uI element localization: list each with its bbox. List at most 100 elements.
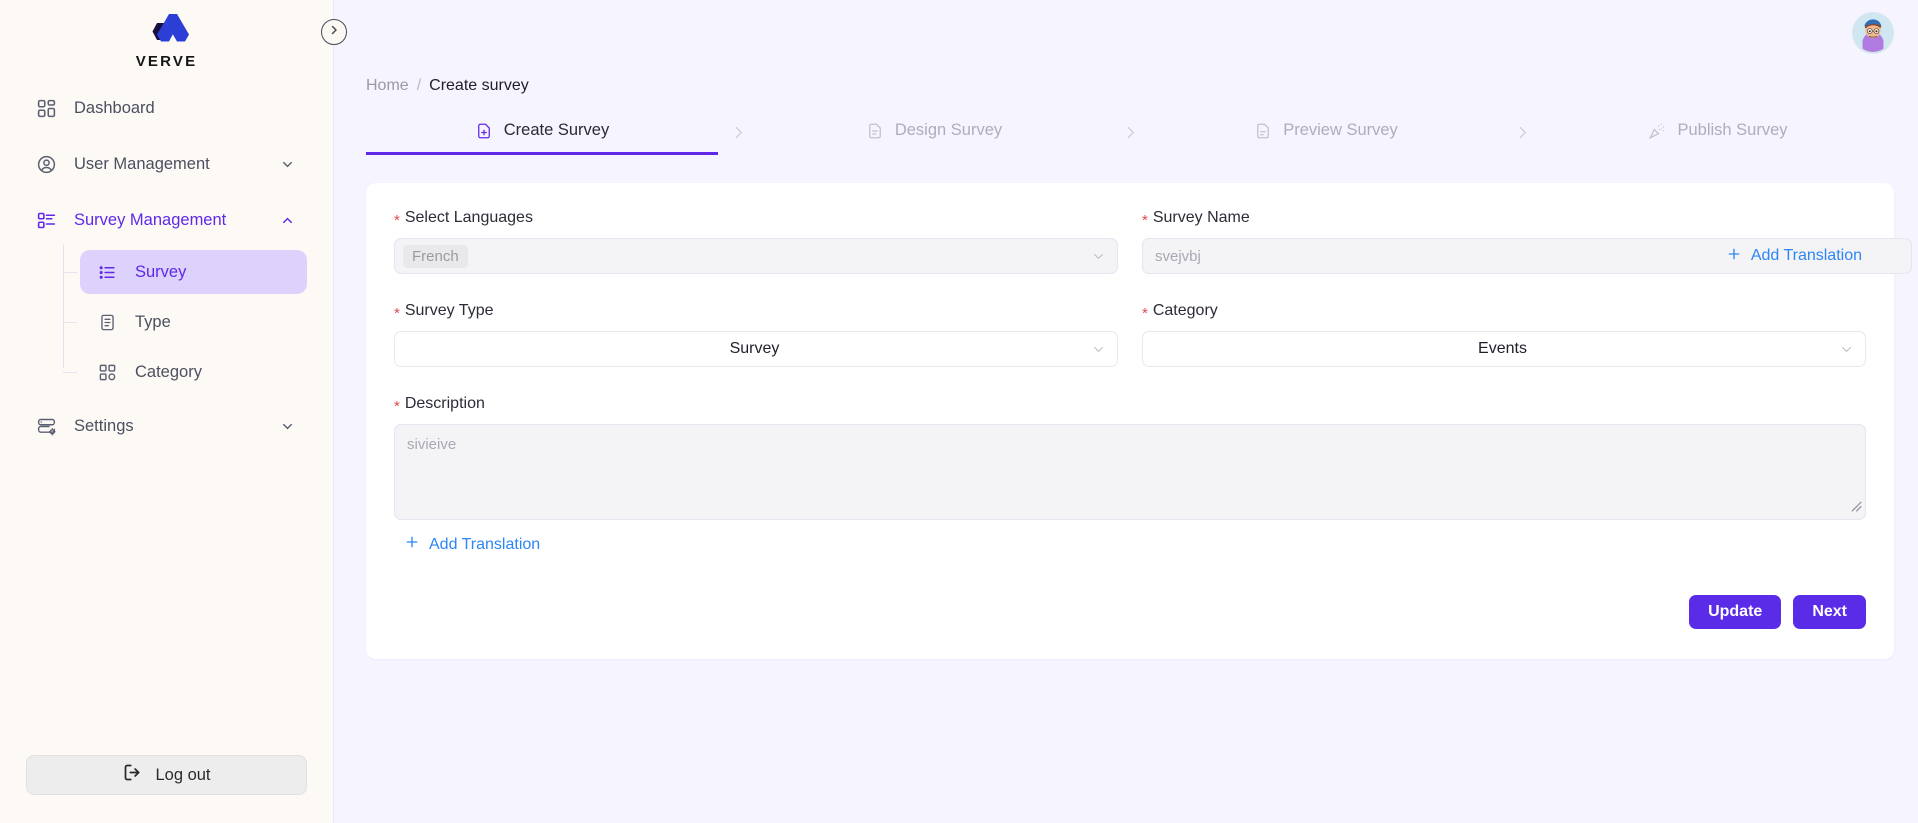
label-text: Survey Type	[404, 302, 494, 319]
survey-stepper: Create Survey Design Survey Preview Surv…	[334, 109, 1918, 155]
chevron-down-icon	[1839, 342, 1854, 357]
sidebar-subitem-label: Type	[135, 312, 171, 331]
step-label: Publish Survey	[1677, 121, 1788, 139]
add-translation-survey-name-button[interactable]: Add Translation	[1726, 246, 1866, 267]
confetti-icon	[1648, 122, 1666, 140]
plus-icon	[1726, 246, 1742, 267]
form-row-1: * Select Languages French * Survey Name	[394, 209, 1912, 274]
brand-logo[interactable]: VERVE	[0, 0, 333, 76]
plus-icon	[404, 534, 420, 555]
step-label: Preview Survey	[1283, 121, 1398, 139]
language-chip-french[interactable]: French	[403, 244, 468, 268]
app-root: VERVE Dashboard User Management Survey M…	[0, 0, 1918, 823]
survey-management-subtree: Survey Type Category	[0, 244, 333, 394]
form-row-2: * Survey Type Survey * Category Events	[394, 302, 1866, 367]
step-design-survey[interactable]: Design Survey	[758, 109, 1110, 155]
required-asterisk: *	[394, 304, 400, 322]
step-create-survey[interactable]: Create Survey	[366, 109, 718, 155]
breadcrumb: Home / Create survey	[334, 65, 1918, 95]
required-asterisk: *	[1142, 304, 1148, 322]
chevron-up-icon[interactable]	[279, 213, 295, 228]
sidebar-item-survey-management[interactable]: Survey Management	[24, 200, 309, 240]
field-category: * Category Events	[1142, 302, 1866, 367]
category-dropdown[interactable]: Events	[1142, 331, 1866, 367]
file-preview-icon	[1254, 122, 1272, 140]
step-preview-survey[interactable]: Preview Survey	[1150, 109, 1502, 155]
sidebar-subitem-label: Survey	[135, 262, 187, 281]
breadcrumb-home[interactable]: Home	[366, 77, 409, 95]
field-survey-name: * Survey Name Add Translation	[1142, 209, 1912, 274]
list-icon	[98, 263, 122, 282]
chevron-down-icon[interactable]	[279, 157, 295, 172]
sidebar-item-category[interactable]: Category	[63, 350, 307, 394]
step-arrow-2	[1110, 109, 1150, 155]
sidebar-item-dashboard[interactable]: Dashboard	[24, 88, 309, 128]
step-arrow-1	[718, 109, 758, 155]
label-text: Survey Name	[1152, 209, 1250, 226]
category-grid-icon	[98, 363, 122, 382]
user-circle-icon	[36, 154, 64, 175]
breadcrumb-separator: /	[416, 77, 422, 94]
next-button[interactable]: Next	[1793, 595, 1866, 629]
field-select-languages: * Select Languages French	[394, 209, 1118, 274]
survey-type-dropdown[interactable]: Survey	[394, 331, 1118, 367]
sidebar-item-user-management[interactable]: User Management	[24, 144, 309, 184]
category-value: Events	[1478, 340, 1527, 357]
survey-type-value: Survey	[729, 340, 780, 357]
step-label: Create Survey	[503, 121, 610, 139]
sidebar-item-type[interactable]: Type	[63, 300, 307, 344]
server-gear-icon	[36, 416, 64, 437]
breadcrumb-current: Create survey	[429, 77, 529, 94]
sidebar-item-label: Settings	[74, 416, 134, 435]
form-actions: Update Next	[394, 595, 1866, 629]
step-publish-survey[interactable]: Publish Survey	[1542, 109, 1894, 155]
main-content: Home / Create survey Create Survey Desig…	[334, 0, 1918, 823]
required-asterisk: *	[394, 397, 400, 415]
dashboard-grid-icon	[36, 98, 64, 119]
chevron-down-icon	[1091, 342, 1106, 357]
logout-button[interactable]: Log out	[26, 755, 307, 795]
label-text: Select Languages	[404, 209, 533, 226]
document-icon	[98, 313, 122, 332]
category-label: * Category	[1142, 302, 1866, 322]
sidebar-item-settings[interactable]: Settings	[24, 406, 309, 446]
sidebar-collapse-toggle[interactable]	[321, 19, 347, 45]
description-textarea[interactable]	[394, 424, 1866, 520]
label-text: Category	[1152, 302, 1218, 319]
sidebar: VERVE Dashboard User Management Survey M…	[0, 0, 334, 823]
step-arrow-3	[1502, 109, 1542, 155]
survey-type-label: * Survey Type	[394, 302, 1118, 322]
select-languages-dropdown[interactable]: French	[394, 238, 1118, 274]
topbar	[334, 0, 1918, 65]
field-survey-type: * Survey Type Survey	[394, 302, 1118, 367]
description-label: * Description	[394, 395, 1866, 415]
verve-mark-icon	[139, 12, 195, 52]
sidebar-item-label: Survey Management	[74, 210, 227, 229]
add-translation-label: Add Translation	[1750, 247, 1862, 264]
survey-name-input-wrap: Add Translation	[1142, 238, 1912, 274]
sidebar-item-survey[interactable]: Survey	[63, 250, 307, 294]
sidebar-item-label: User Management	[74, 154, 210, 173]
chevron-down-icon[interactable]	[279, 419, 295, 434]
chevron-right-circle-icon	[328, 23, 340, 41]
sidebar-subitem-label: Category	[135, 362, 202, 381]
file-edit-icon	[866, 122, 884, 140]
file-plus-icon	[475, 122, 493, 140]
add-translation-label: Add Translation	[429, 535, 541, 553]
brand-name: VERVE	[135, 53, 198, 70]
label-text: Description	[404, 395, 485, 412]
survey-list-icon	[36, 210, 64, 231]
user-avatar[interactable]	[1852, 11, 1894, 54]
update-button[interactable]: Update	[1689, 595, 1782, 629]
logout-label: Log out	[155, 765, 211, 784]
field-description: * Description Add Translation	[394, 395, 1866, 555]
add-translation-description-button[interactable]: Add Translation	[394, 534, 1866, 555]
chevron-down-icon	[1091, 249, 1106, 264]
sidebar-nav: Dashboard User Management Survey Managem…	[0, 76, 333, 462]
step-label: Design Survey	[894, 121, 1003, 139]
required-asterisk: *	[1142, 211, 1148, 229]
description-textarea-wrap	[394, 424, 1866, 520]
select-languages-label: * Select Languages	[394, 209, 1118, 228]
sidebar-item-label: Dashboard	[74, 98, 155, 117]
